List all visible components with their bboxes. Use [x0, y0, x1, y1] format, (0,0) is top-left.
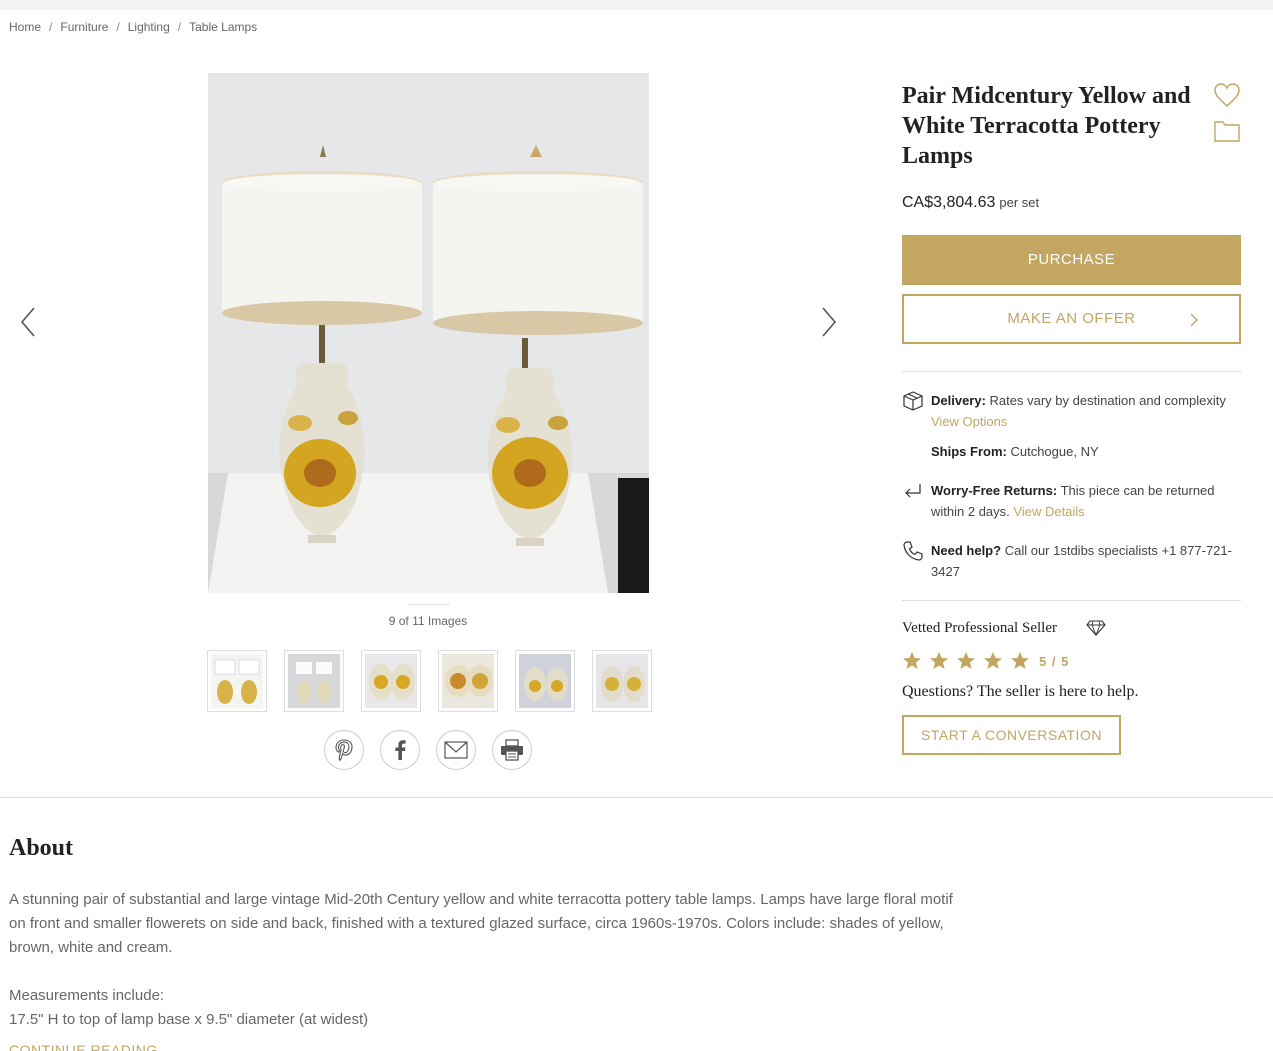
delivery-info: Delivery: Rates vary by destination and … [902, 390, 1241, 432]
breadcrumb-table-lamps[interactable]: Table Lamps [189, 20, 257, 34]
product-title: Pair Midcentury Yellow and White Terraco… [902, 83, 1191, 169]
thumbnail-strip [207, 650, 652, 712]
email-icon[interactable] [436, 730, 476, 770]
price-unit: per set [999, 195, 1040, 210]
print-icon[interactable] [492, 730, 532, 770]
star-icon [930, 652, 948, 669]
view-options-link[interactable]: View Options [931, 414, 1007, 429]
previous-image-arrow-icon[interactable] [18, 305, 40, 339]
thumbnail-1[interactable] [207, 650, 267, 712]
breadcrumb: Home / Furniture / Lighting / Table Lamps [9, 20, 257, 34]
breadcrumb-separator: / [116, 20, 120, 34]
divider [902, 371, 1241, 372]
purchase-button[interactable]: PURCHASE [902, 235, 1241, 285]
share-buttons [324, 730, 532, 770]
continue-reading-link[interactable]: CONTINUE READING [9, 1042, 158, 1051]
measurements-label: Measurements include: [9, 987, 165, 1004]
thumbnail-3[interactable] [361, 650, 421, 712]
phone-icon [903, 541, 923, 561]
breadcrumb-home[interactable]: Home [9, 20, 41, 34]
ships-from-label: Ships From: [931, 444, 1007, 459]
image-counter-divider [409, 604, 449, 605]
returns-label: Worry-Free Returns: [931, 483, 1058, 498]
top-bar [0, 0, 1273, 10]
seller-rating: 5 / 5 [902, 651, 1069, 671]
measurement-value: 17.5" H to top of lamp base x 9.5" diame… [9, 1011, 369, 1028]
star-icon [984, 652, 1002, 669]
ships-from-info: Ships From: Cutchogue, NY [902, 441, 1241, 462]
star-icon [903, 652, 921, 669]
section-divider [0, 797, 1273, 798]
vetted-seller-label: Vetted Professional Seller [902, 620, 1057, 636]
image-counter: 9 of 11 Images [388, 614, 468, 628]
package-icon [903, 391, 923, 411]
view-details-link[interactable]: View Details [1013, 504, 1084, 519]
help-label: Need help? [931, 543, 1002, 558]
about-description: A stunning pair of substantial and large… [9, 891, 953, 956]
diamond-icon [1086, 620, 1106, 637]
heart-icon[interactable] [1213, 82, 1241, 108]
ships-from-value: Cutchogue, NY [1010, 444, 1099, 459]
thumbnail-4[interactable] [438, 650, 498, 712]
delivery-text: Rates vary by destination and complexity [989, 393, 1226, 408]
breadcrumb-furniture[interactable]: Furniture [60, 20, 108, 34]
breadcrumb-lighting[interactable]: Lighting [128, 20, 170, 34]
thumbnail-2[interactable] [284, 650, 344, 712]
main-product-image[interactable] [208, 73, 649, 593]
return-arrow-icon [905, 484, 921, 498]
measurements: Measurements include: 17.5" H to top of … [9, 984, 959, 1032]
facebook-icon[interactable] [380, 730, 420, 770]
help-info: Need help? Call our 1stdibs specialists … [902, 540, 1241, 582]
pinterest-icon[interactable] [324, 730, 364, 770]
seller-questions-text: Questions? The seller is here to help. [902, 683, 1139, 700]
chevron-right-icon [1190, 313, 1198, 327]
price-value: CA$3,804.63 [902, 194, 996, 211]
about-heading: About [9, 835, 74, 861]
rating-value: 5 / 5 [1039, 653, 1070, 669]
make-an-offer-label: MAKE AN OFFER [1007, 310, 1136, 327]
star-icon [1011, 652, 1029, 669]
thumbnail-5[interactable] [515, 650, 575, 712]
breadcrumb-separator: / [49, 20, 53, 34]
price: CA$3,804.63 per set [902, 194, 1039, 212]
make-an-offer-button[interactable]: MAKE AN OFFER [902, 294, 1241, 344]
returns-info: Worry-Free Returns: This piece can be re… [902, 480, 1241, 522]
thumbnail-6[interactable] [592, 650, 652, 712]
star-icon [957, 652, 975, 669]
next-image-arrow-icon[interactable] [817, 305, 839, 339]
breadcrumb-separator: / [177, 20, 182, 34]
folder-icon[interactable] [1213, 118, 1241, 144]
start-conversation-button[interactable]: START A CONVERSATION [902, 715, 1121, 755]
divider [902, 600, 1241, 601]
delivery-label: Delivery: [931, 393, 986, 408]
